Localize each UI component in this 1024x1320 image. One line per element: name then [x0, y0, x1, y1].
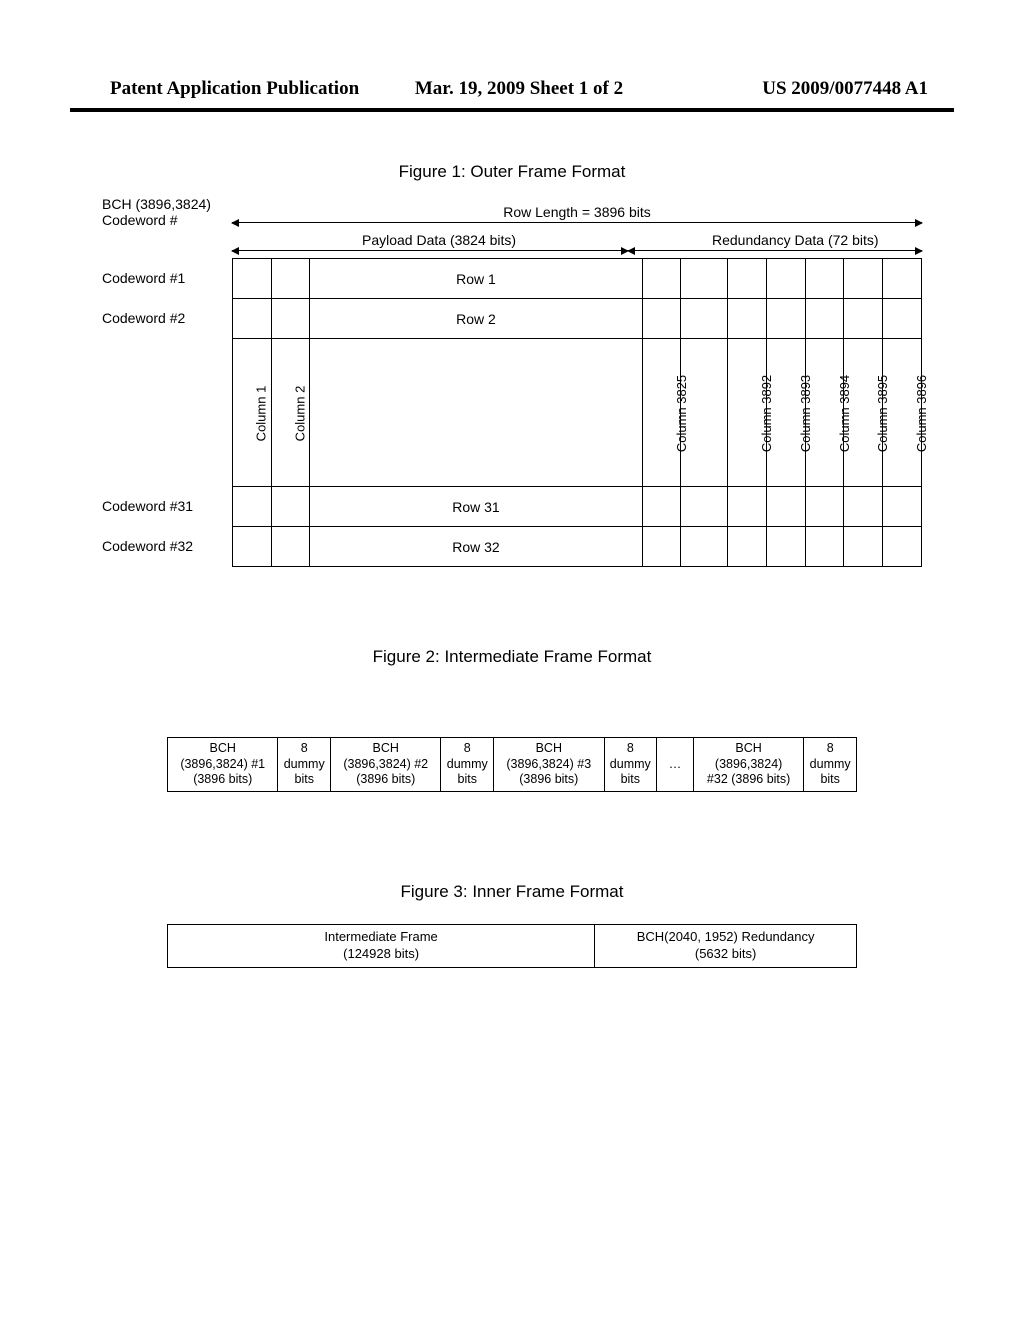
page-header: Patent Application Publication Mar. 19, …	[0, 0, 1024, 108]
inner-left-top: Intermediate Frame	[324, 929, 437, 944]
f2-dum-bot: bits	[820, 772, 839, 786]
ellipsis-cell: …	[657, 738, 694, 792]
f2-dum-mid: dummy	[610, 757, 651, 771]
column-3895-label: Column 3895	[876, 374, 891, 451]
figure-3-caption: Figure 3: Inner Frame Format	[0, 882, 1024, 902]
f2-seg-mid: (3896,3824) #2	[343, 757, 428, 771]
inner-right-bot: (5632 bits)	[695, 946, 756, 961]
f2-dum-mid: dummy	[810, 757, 851, 771]
column-3892-label: Column 3892	[759, 374, 774, 451]
header-mid: Mar. 19, 2009 Sheet 1 of 2	[383, 78, 656, 100]
codeword-2-label: Codeword #2	[102, 310, 185, 326]
figure-1: Row Length = 3896 bits Payload Data (382…	[102, 204, 922, 567]
row-31-cell: Row 31	[310, 487, 642, 527]
inner-frame-table: Intermediate Frame (124928 bits) BCH(204…	[167, 924, 857, 968]
row-32-cell: Row 32	[310, 527, 642, 567]
row-2-cell: Row 2	[310, 299, 642, 339]
table-row: Row 32	[233, 527, 922, 567]
f2-seg-bot: (3896 bits)	[356, 772, 415, 786]
f2-seg-mid: (3896,3824) #3	[506, 757, 591, 771]
table-row: Row 31	[233, 487, 922, 527]
column-1-label: Column 1	[253, 385, 268, 441]
f2-dum-top: 8	[464, 741, 471, 755]
codeword-31-label: Codeword #31	[102, 498, 193, 514]
f2-seg-mid: (3896,3824) #1	[180, 757, 265, 771]
row-1-cell: Row 1	[310, 259, 642, 299]
f2-seg-mid: (3896,3824)	[715, 757, 782, 771]
row-length-label: Row Length = 3896 bits	[102, 204, 922, 220]
figure-2-caption: Figure 2: Intermediate Frame Format	[0, 647, 1024, 667]
figure-1-caption: Figure 1: Outer Frame Format	[0, 162, 1024, 182]
column-3896-label: Column 3896	[914, 374, 929, 451]
f2-dum-bot: bits	[458, 772, 477, 786]
f2-seg-top: BCH	[536, 741, 562, 755]
f2-seg-bot: #32 (3896 bits)	[707, 772, 790, 786]
f2-seg-top: BCH	[210, 741, 236, 755]
inner-left-bot: (124928 bits)	[343, 946, 419, 961]
fig1-dimension-arrows: Payload Data (3824 bits) Redundancy Data…	[232, 222, 922, 258]
outer-frame-table: Row 1 Row 2 Column 1 Column 2 Column 382…	[232, 258, 922, 567]
f2-seg-bot: (3896 bits)	[193, 772, 252, 786]
header-rule	[70, 108, 954, 112]
table-row: Row 1	[233, 259, 922, 299]
redundancy-label: Redundancy Data (72 bits)	[712, 232, 879, 248]
f2-seg-bot: (3896 bits)	[519, 772, 578, 786]
bch-codeword-header-1: BCH (3896,3824)	[102, 196, 211, 212]
table-row: Intermediate Frame (124928 bits) BCH(204…	[168, 924, 857, 967]
column-3894-label: Column 3894	[837, 374, 852, 451]
f2-dum-mid: dummy	[447, 757, 488, 771]
f2-dum-bot: bits	[295, 772, 314, 786]
inner-right-top: BCH(2040, 1952) Redundancy	[637, 929, 815, 944]
table-row: Row 2	[233, 299, 922, 339]
figure-3: Intermediate Frame (124928 bits) BCH(204…	[167, 924, 857, 968]
table-row: BCH (3896,3824) #1 (3896 bits) 8 dummy b…	[168, 738, 857, 792]
f2-dum-bot: bits	[621, 772, 640, 786]
header-left: Patent Application Publication	[110, 78, 383, 100]
f2-dum-top: 8	[301, 741, 308, 755]
figure-2: BCH (3896,3824) #1 (3896 bits) 8 dummy b…	[167, 737, 857, 792]
f2-seg-top: BCH	[735, 741, 761, 755]
payload-label: Payload Data (3824 bits)	[362, 232, 516, 248]
f2-dum-mid: dummy	[284, 757, 325, 771]
header-right: US 2009/0077448 A1	[655, 78, 928, 100]
column-3825-label: Column 3825	[674, 374, 689, 451]
codeword-labels: BCH (3896,3824) Codeword # Codeword #1 C…	[102, 222, 232, 530]
f2-dum-top: 8	[627, 741, 634, 755]
codeword-1-label: Codeword #1	[102, 270, 185, 286]
column-2-label: Column 2	[292, 385, 307, 441]
column-3893-label: Column 3893	[798, 374, 813, 451]
table-row-columns: Column 1 Column 2 Column 3825 Column 389…	[233, 339, 922, 487]
f2-seg-top: BCH	[373, 741, 399, 755]
f2-dum-top: 8	[827, 741, 834, 755]
codeword-32-label: Codeword #32	[102, 538, 193, 554]
bch-codeword-header-2: Codeword #	[102, 212, 178, 228]
intermediate-frame-table: BCH (3896,3824) #1 (3896 bits) 8 dummy b…	[167, 737, 857, 792]
